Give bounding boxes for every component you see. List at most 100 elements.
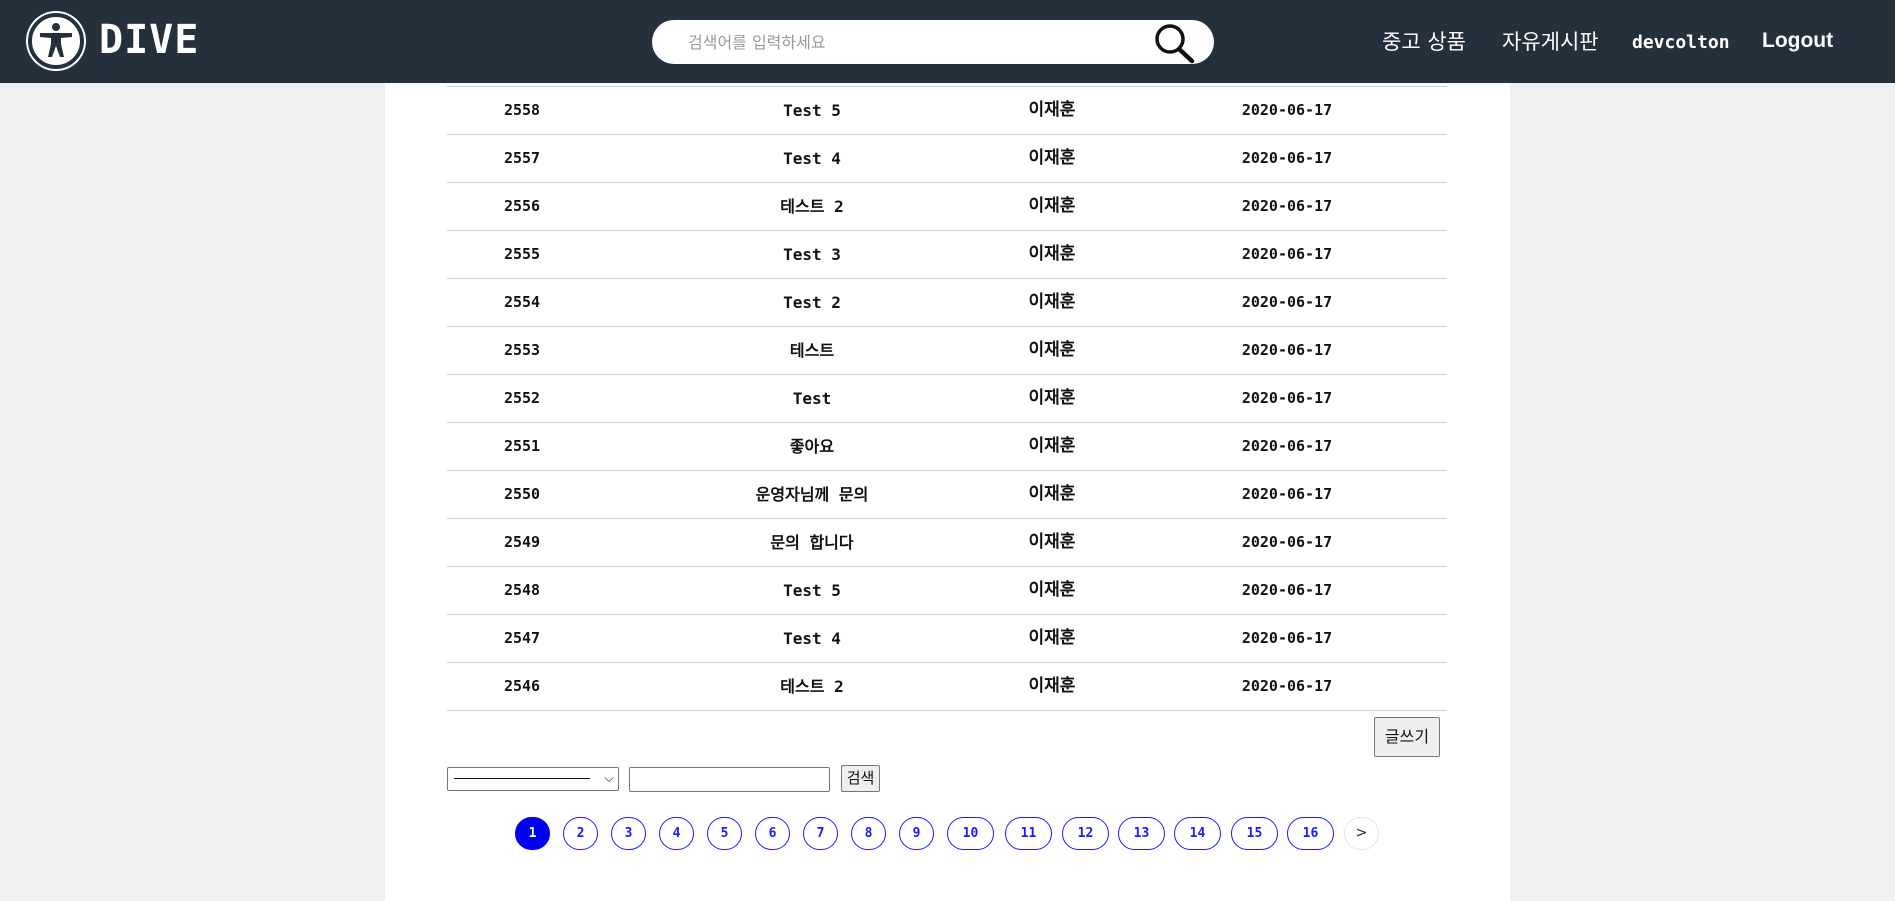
brand-logo[interactable]: DIVE xyxy=(99,16,199,64)
post-date: 2020-06-17 xyxy=(1241,149,1333,167)
page-button[interactable]: 14 xyxy=(1174,817,1221,850)
post-author: 이재훈 xyxy=(1028,676,1076,696)
post-author: 이재훈 xyxy=(1028,532,1076,552)
post-date: 2020-06-17 xyxy=(1241,389,1333,407)
post-date: 2020-06-17 xyxy=(1241,581,1333,599)
board-search-button[interactable]: 검색 xyxy=(841,765,880,792)
post-author: 이재훈 xyxy=(1028,148,1076,168)
post-title[interactable]: 운영자님께 문의 xyxy=(697,471,927,518)
post-date: 2020-06-17 xyxy=(1241,485,1333,503)
post-date: 2020-06-17 xyxy=(1241,437,1333,455)
table-row[interactable]: 2555 Test 3 이재훈 2020-06-17 xyxy=(447,231,1447,279)
page-button[interactable]: 1 xyxy=(515,817,550,850)
post-title[interactable]: Test xyxy=(697,375,927,422)
post-table: 2558 Test 5 이재훈 2020-06-17 2557 Test 4 이재훈 2020… xyxy=(447,86,1447,711)
post-number: 2546 xyxy=(503,677,541,695)
board-search-input[interactable] xyxy=(629,767,830,792)
post-date: 2020-06-17 xyxy=(1241,341,1333,359)
post-title[interactable]: Test 5 xyxy=(697,87,927,134)
post-number: 2549 xyxy=(503,533,541,551)
post-date: 2020-06-17 xyxy=(1241,293,1333,311)
page-button[interactable]: 4 xyxy=(659,817,694,850)
post-date: 2020-06-17 xyxy=(1241,245,1333,263)
header-search-box xyxy=(652,20,1214,64)
table-row[interactable]: 2547 Test 4 이재훈 2020-06-17 xyxy=(447,615,1447,663)
pagination: 1 2 3 4 5 6 7 8 9 10 11 12 13 14 15 16 > xyxy=(0,817,1895,852)
page-button[interactable]: 8 xyxy=(851,817,886,850)
table-row[interactable]: 2558 Test 5 이재훈 2020-06-17 xyxy=(447,87,1447,135)
post-author: 이재훈 xyxy=(1028,292,1076,312)
table-row[interactable]: 2552 Test 이재훈 2020-06-17 xyxy=(447,375,1447,423)
accessibility-logo-icon[interactable] xyxy=(26,11,86,71)
page-button[interactable]: 13 xyxy=(1118,817,1165,850)
table-row[interactable]: 2548 Test 5 이재훈 2020-06-17 xyxy=(447,567,1447,615)
nav-free-board[interactable]: 자유게시판 xyxy=(1502,28,1599,56)
post-title[interactable]: 좋아요 xyxy=(697,423,927,470)
top-navbar: DIVE 중고 상품 자유게시판 devcolton Logout xyxy=(0,0,1895,83)
post-title[interactable]: Test 3 xyxy=(697,231,927,278)
table-row[interactable]: 2550 운영자님께 문의 이재훈 2020-06-17 xyxy=(447,471,1447,519)
page-button[interactable]: 15 xyxy=(1231,817,1278,850)
page-button[interactable]: 9 xyxy=(899,817,934,850)
post-title[interactable]: Test 2 xyxy=(697,279,927,326)
table-row[interactable]: 2546 테스트 2 이재훈 2020-06-17 xyxy=(447,663,1447,711)
page-button[interactable]: 12 xyxy=(1062,817,1109,850)
page-button[interactable]: 3 xyxy=(611,817,646,850)
select-value-line xyxy=(454,778,590,779)
post-author: 이재훈 xyxy=(1028,484,1076,504)
post-title[interactable]: Test 4 xyxy=(697,135,927,182)
post-number: 2555 xyxy=(503,245,541,263)
post-date: 2020-06-17 xyxy=(1241,533,1333,551)
post-title[interactable]: 문의 합니다 xyxy=(697,519,927,566)
post-date: 2020-06-17 xyxy=(1241,677,1333,695)
chevron-down-icon: ⌵ xyxy=(604,771,614,786)
search-type-select[interactable]: ⌵ xyxy=(447,767,619,791)
post-number: 2547 xyxy=(503,629,541,647)
table-row[interactable]: 2549 문의 합니다 이재훈 2020-06-17 xyxy=(447,519,1447,567)
table-row[interactable]: 2556 테스트 2 이재훈 2020-06-17 xyxy=(447,183,1447,231)
post-author: 이재훈 xyxy=(1028,628,1076,648)
post-number: 2552 xyxy=(503,389,541,407)
post-date: 2020-06-17 xyxy=(1241,629,1333,647)
header-search-input[interactable] xyxy=(674,20,1162,64)
post-author: 이재훈 xyxy=(1028,436,1076,456)
page-button[interactable]: 10 xyxy=(947,817,994,850)
post-number: 2558 xyxy=(503,101,541,119)
post-author: 이재훈 xyxy=(1028,580,1076,600)
post-title[interactable]: 테스트 xyxy=(697,327,927,374)
post-title[interactable]: Test 5 xyxy=(697,567,927,614)
post-author: 이재훈 xyxy=(1028,244,1076,264)
post-date: 2020-06-17 xyxy=(1241,197,1333,215)
logout-link[interactable]: Logout xyxy=(1762,27,1833,55)
post-number: 2557 xyxy=(503,149,541,167)
table-row[interactable]: 2554 Test 2 이재훈 2020-06-17 xyxy=(447,279,1447,327)
post-number: 2556 xyxy=(503,197,541,215)
next-page-button[interactable]: > xyxy=(1344,817,1379,850)
post-author: 이재훈 xyxy=(1028,100,1076,120)
page-button[interactable]: 5 xyxy=(707,817,742,850)
table-row[interactable]: 2557 Test 4 이재훈 2020-06-17 xyxy=(447,135,1447,183)
page-button[interactable]: 7 xyxy=(803,817,838,850)
nav-username[interactable]: devcolton xyxy=(1632,29,1730,57)
post-author: 이재훈 xyxy=(1028,340,1076,360)
post-number: 2550 xyxy=(503,485,541,503)
nav-used-goods[interactable]: 중고 상품 xyxy=(1382,28,1466,56)
post-number: 2548 xyxy=(503,581,541,599)
post-title[interactable]: Test 4 xyxy=(697,615,927,662)
post-title[interactable]: 테스트 2 xyxy=(697,663,927,710)
write-post-button[interactable]: 글쓰기 xyxy=(1374,717,1440,757)
post-author: 이재훈 xyxy=(1028,388,1076,408)
post-author: 이재훈 xyxy=(1028,196,1076,216)
table-row[interactable]: 2551 좋아요 이재훈 2020-06-17 xyxy=(447,423,1447,471)
page-button[interactable]: 11 xyxy=(1005,817,1052,850)
table-row[interactable]: 2553 테스트 이재훈 2020-06-17 xyxy=(447,327,1447,375)
page-button[interactable]: 2 xyxy=(563,817,598,850)
search-icon[interactable] xyxy=(1152,22,1196,64)
post-number: 2551 xyxy=(503,437,541,455)
page-button[interactable]: 6 xyxy=(755,817,790,850)
post-number: 2553 xyxy=(503,341,541,359)
post-title[interactable]: 테스트 2 xyxy=(697,183,927,230)
post-number: 2554 xyxy=(503,293,541,311)
post-date: 2020-06-17 xyxy=(1241,101,1333,119)
page-button[interactable]: 16 xyxy=(1287,817,1334,850)
